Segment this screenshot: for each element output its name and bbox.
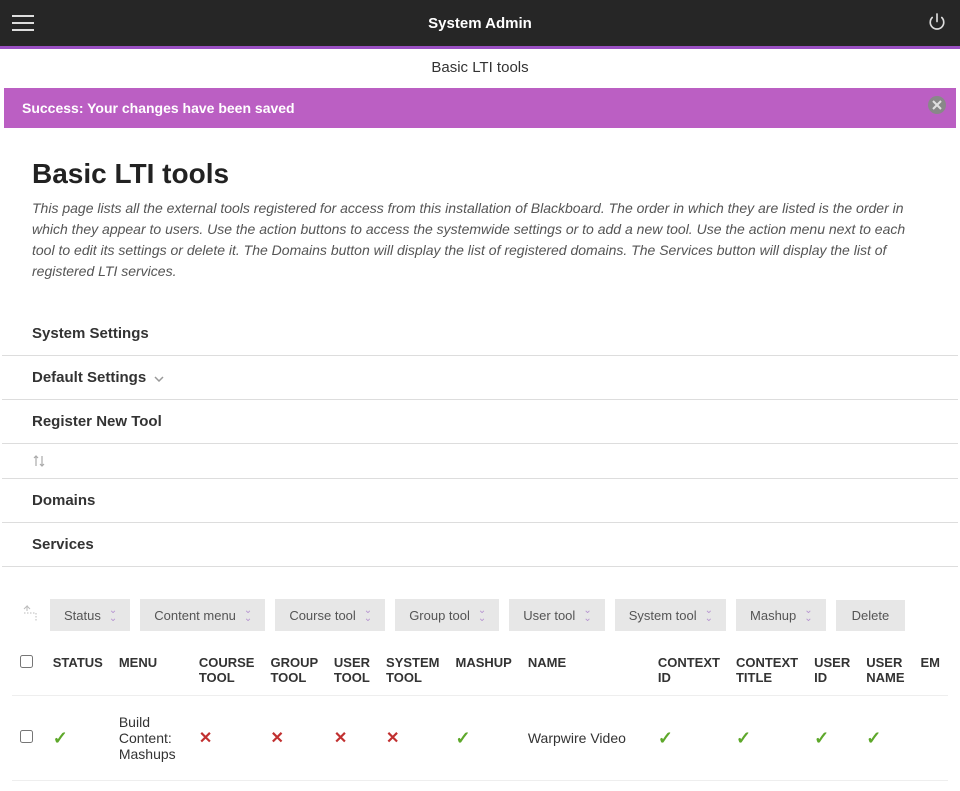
chevron-down-icon [154,369,164,386]
chevron-double-down-icon: ⌄⌄ [478,607,485,623]
check-icon: ✓ [456,728,471,748]
content-menu-filter-button[interactable]: Content menu ⌄⌄ [140,599,265,631]
default-settings-label: Default Settings [32,369,146,386]
select-all-checkbox[interactable] [20,655,33,668]
action-links: System Settings Default Settings Registe… [2,312,958,567]
mashup-filter-label: Mashup [750,608,796,623]
page-header: Basic LTI tools This page lists all the … [2,130,958,292]
system-tool-filter-label: System tool [629,608,697,623]
col-menu[interactable]: MENU [111,645,191,696]
cell-system-tool: ✕ [378,696,447,781]
col-user-name[interactable]: USER NAME [858,645,912,696]
table-header-row: STATUS MENU COURSE TOOL GROUP TOOL USER … [12,645,948,696]
register-new-tool-label: Register New Tool [32,413,162,430]
menu-icon[interactable] [12,15,34,31]
x-icon: ✕ [386,730,399,747]
cell-status: ✓ [45,696,111,781]
chevron-double-down-icon: ⌄⌄ [109,607,116,623]
domains-link[interactable]: Domains [2,479,958,523]
col-user-id[interactable]: USER ID [806,645,858,696]
domains-label: Domains [32,492,95,509]
col-mashup[interactable]: MASHUP [448,645,520,696]
cell-context-title: ✓ [728,696,806,781]
cell-user-name: ✓ [858,696,912,781]
group-tool-filter-label: Group tool [409,608,470,623]
table-area: Status ⌄⌄ Content menu ⌄⌄ Course tool ⌄⌄… [2,577,958,791]
chevron-double-down-icon: ⌄⌄ [244,607,251,623]
system-settings-link[interactable]: System Settings [2,312,958,356]
col-status[interactable]: STATUS [45,645,111,696]
services-link[interactable]: Services [2,523,958,567]
course-tool-filter-label: Course tool [289,608,355,623]
keyboard-reorder-icon[interactable] [20,605,40,626]
select-all-header [12,645,45,696]
page-description: This page lists all the external tools r… [32,198,928,282]
col-user-tool[interactable]: USER TOOL [326,645,378,696]
cell-course-tool: ✕ [191,696,263,781]
page-title: Basic LTI tools [32,158,928,190]
cell-context-id: ✓ [650,696,728,781]
col-context-title[interactable]: CONTEXT TITLE [728,645,806,696]
col-context-id[interactable]: CONTEXT ID [650,645,728,696]
check-icon: ✓ [814,728,829,748]
row-checkbox[interactable] [20,730,33,743]
page-header-title: System Admin [428,15,532,32]
check-icon: ✓ [866,728,881,748]
reorder-link[interactable] [2,444,958,479]
check-icon: ✓ [53,728,68,748]
col-system-tool[interactable]: SYSTEM TOOL [378,645,447,696]
check-icon: ✓ [736,728,751,748]
default-settings-link[interactable]: Default Settings [2,356,958,400]
services-label: Services [32,536,94,553]
cell-name: Warpwire Video [520,696,650,781]
content-menu-filter-label: Content menu [154,608,236,623]
chevron-double-down-icon: ⌄⌄ [583,607,590,623]
group-tool-filter-button[interactable]: Group tool ⌄⌄ [395,599,499,631]
col-course-tool[interactable]: COURSE TOOL [191,645,263,696]
cell-user-id: ✓ [806,696,858,781]
x-icon: ✕ [199,730,212,747]
close-icon[interactable] [928,96,946,114]
tools-table: STATUS MENU COURSE TOOL GROUP TOOL USER … [12,645,948,781]
top-bar: System Admin [0,0,960,46]
check-icon: ✓ [658,728,673,748]
table-toolbar: Status ⌄⌄ Content menu ⌄⌄ Course tool ⌄⌄… [12,599,948,631]
col-group-tool[interactable]: GROUP TOOL [262,645,325,696]
status-filter-label: Status [64,608,101,623]
mashup-filter-button[interactable]: Mashup ⌄⌄ [736,599,826,631]
cell-user-tool: ✕ [326,696,378,781]
user-tool-filter-button[interactable]: User tool ⌄⌄ [509,599,604,631]
x-icon: ✕ [270,730,283,747]
cell-menu: Build Content: Mashups [111,696,191,781]
success-banner: Success: Your changes have been saved [4,88,956,128]
cell-group-tool: ✕ [262,696,325,781]
col-email[interactable]: EM [913,645,949,696]
breadcrumb: Basic LTI tools [0,49,960,86]
cell-mashup: ✓ [448,696,520,781]
register-new-tool-link[interactable]: Register New Tool [2,400,958,444]
col-name[interactable]: NAME [520,645,650,696]
chevron-double-down-icon: ⌄⌄ [705,607,712,623]
user-tool-filter-label: User tool [523,608,575,623]
chevron-double-down-icon: ⌄⌄ [364,607,371,623]
x-icon: ✕ [334,730,347,747]
system-settings-label: System Settings [32,325,149,342]
table-row: ✓ Build Content: Mashups ✕ ✕ ✕ ✕ ✓ Warpwire Vid… [12,696,948,781]
course-tool-filter-button[interactable]: Course tool ⌄⌄ [275,599,385,631]
chevron-double-down-icon: ⌄⌄ [804,607,811,623]
cell-email [913,696,949,781]
system-tool-filter-button[interactable]: System tool ⌄⌄ [615,599,726,631]
delete-button[interactable]: Delete [836,600,906,631]
status-filter-button[interactable]: Status ⌄⌄ [50,599,130,631]
power-icon[interactable] [928,13,946,34]
delete-button-label: Delete [852,608,890,623]
success-text: Success: Your changes have been saved [22,100,295,116]
